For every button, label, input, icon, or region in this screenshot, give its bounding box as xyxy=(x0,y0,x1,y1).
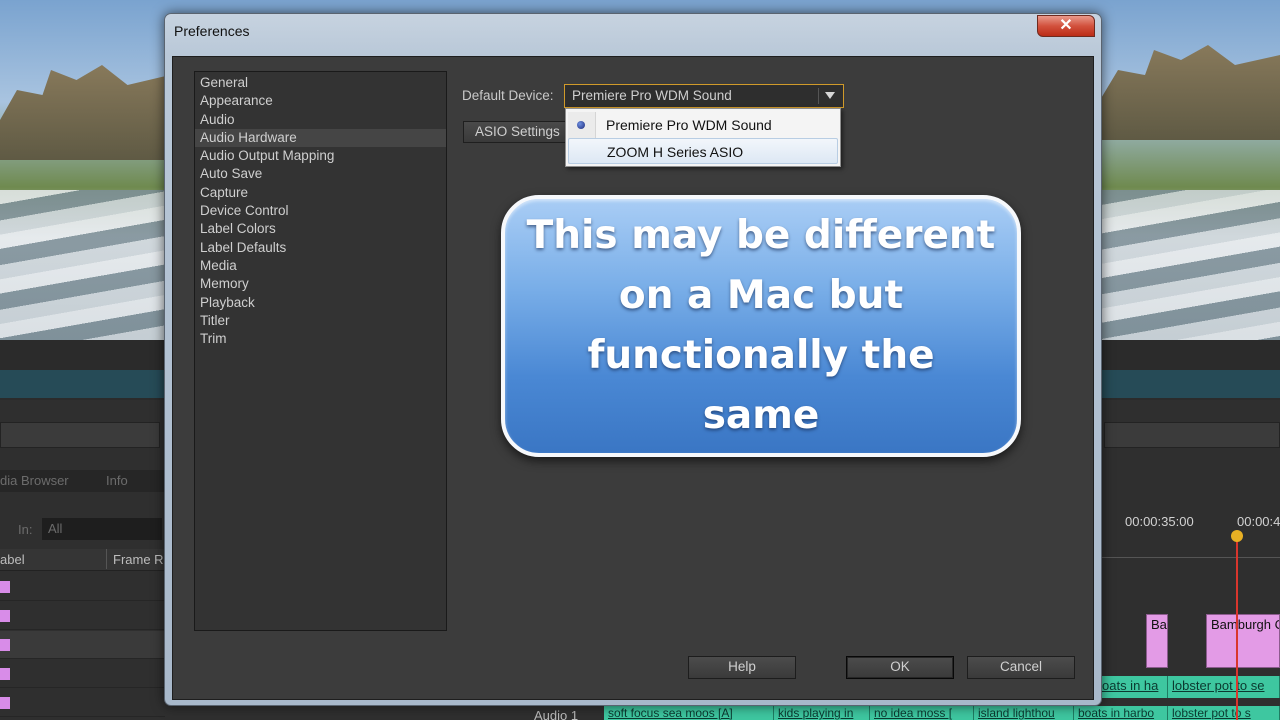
project-panel-tabs: dia Browser Info xyxy=(0,470,165,492)
sidebar-item-audio-output-mapping[interactable]: Audio Output Mapping xyxy=(195,147,446,165)
label-color-swatch xyxy=(0,639,10,651)
preferences-dialog: Preferences ✕ General Appearance Audio A… xyxy=(164,13,1102,706)
dialog-title: Preferences xyxy=(174,23,250,39)
in-label: In: xyxy=(18,522,33,537)
audio-clip[interactable]: island lighthou xyxy=(974,706,1074,720)
list-item[interactable] xyxy=(0,573,165,601)
video-clip[interactable]: Ba xyxy=(1146,614,1168,668)
default-device-label: Default Device: xyxy=(462,88,554,103)
ok-button[interactable]: OK xyxy=(846,656,954,679)
audio-clip[interactable]: no idea moss [ xyxy=(870,706,974,720)
timeline-ruler[interactable] xyxy=(1102,534,1280,558)
sidebar-item-general[interactable]: General xyxy=(195,74,446,92)
sidebar-item-device-control[interactable]: Device Control xyxy=(195,202,446,220)
tutorial-callout: This may be different on a Mac but funct… xyxy=(501,195,1021,457)
castle-image-left xyxy=(0,65,170,160)
sidebar-item-trim[interactable]: Trim xyxy=(195,330,446,348)
sidebar-item-memory[interactable]: Memory xyxy=(195,275,446,293)
default-device-dropdown: Premiere Pro WDM Sound ZOOM H Series ASI… xyxy=(565,108,841,167)
preferences-category-list: General Appearance Audio Audio Hardware … xyxy=(194,71,447,631)
ruler-timecode: 00:00:35:00 xyxy=(1125,514,1194,529)
program-transport-controls[interactable] xyxy=(1104,422,1280,448)
list-item[interactable] xyxy=(0,602,165,630)
sidebar-item-audio-hardware[interactable]: Audio Hardware xyxy=(195,128,446,148)
tab-media-browser[interactable]: dia Browser xyxy=(0,473,69,488)
callout-text: This may be different on a Mac but funct… xyxy=(526,213,996,438)
source-transport-controls[interactable] xyxy=(0,422,160,448)
ruler-timecode: 00:00:4 xyxy=(1237,514,1280,529)
sidebar-item-titler[interactable]: Titler xyxy=(195,312,446,330)
audio-clip[interactable]: boats in harbo xyxy=(1074,706,1168,720)
video-clip[interactable]: Bamburgh C xyxy=(1206,614,1280,668)
default-device-value: Premiere Pro WDM Sound xyxy=(572,88,732,103)
dialog-body: General Appearance Audio Audio Hardware … xyxy=(172,56,1094,700)
label-color-swatch xyxy=(0,668,10,680)
help-button[interactable]: Help xyxy=(688,656,796,679)
sidebar-item-appearance[interactable]: Appearance xyxy=(195,92,446,110)
sidebar-item-playback[interactable]: Playback xyxy=(195,294,446,312)
audio-clip[interactable]: lobster pot to s xyxy=(1168,706,1280,720)
cancel-button[interactable]: Cancel xyxy=(967,656,1075,679)
project-column-headers: abel Frame R xyxy=(0,549,165,571)
tab-info[interactable]: Info xyxy=(106,473,128,488)
sidebar-item-label-defaults[interactable]: Label Defaults xyxy=(195,239,446,257)
list-item[interactable] xyxy=(0,689,165,717)
castle-image-right xyxy=(1100,45,1280,140)
close-button[interactable]: ✕ xyxy=(1037,15,1095,37)
close-icon: ✕ xyxy=(1059,17,1073,34)
label-color-swatch xyxy=(0,697,10,709)
audio-clip[interactable]: oats in ha xyxy=(1098,676,1168,698)
asio-settings-button[interactable]: ASIO Settings xyxy=(463,121,569,143)
default-device-select[interactable]: Premiere Pro WDM Sound xyxy=(564,84,844,108)
in-filter-field[interactable]: All xyxy=(42,518,162,540)
sidebar-item-media[interactable]: Media xyxy=(195,257,446,275)
dropdown-option-wdm-sound[interactable]: Premiere Pro WDM Sound xyxy=(568,112,838,138)
audio-track-label: Audio 1 xyxy=(534,708,579,720)
sidebar-item-auto-save[interactable]: Auto Save xyxy=(195,165,446,183)
select-divider xyxy=(818,88,819,104)
sidebar-item-audio[interactable]: Audio xyxy=(195,111,446,129)
radio-selected-icon xyxy=(577,121,585,129)
label-color-swatch xyxy=(0,581,10,593)
column-frame-rate[interactable]: Frame R xyxy=(113,552,164,567)
dropdown-option-zoom-asio[interactable]: ZOOM H Series ASIO xyxy=(568,138,838,164)
chevron-down-icon xyxy=(825,92,835,99)
audio-clip[interactable]: lobster pot to se xyxy=(1168,676,1280,698)
list-item[interactable] xyxy=(0,660,165,688)
column-label[interactable]: abel xyxy=(0,552,25,567)
list-item[interactable] xyxy=(0,631,165,659)
column-divider xyxy=(106,549,107,569)
sidebar-item-capture[interactable]: Capture xyxy=(195,184,446,202)
dropdown-option-label: ZOOM H Series ASIO xyxy=(607,144,744,160)
audio-clip[interactable]: kids playing in xyxy=(774,706,870,720)
playhead[interactable] xyxy=(1231,530,1243,720)
sidebar-item-label-colors[interactable]: Label Colors xyxy=(195,220,446,238)
label-color-swatch xyxy=(0,610,10,622)
audio-clip[interactable]: soft focus sea moos [A] xyxy=(604,706,774,720)
dropdown-option-label: Premiere Pro WDM Sound xyxy=(606,117,772,133)
